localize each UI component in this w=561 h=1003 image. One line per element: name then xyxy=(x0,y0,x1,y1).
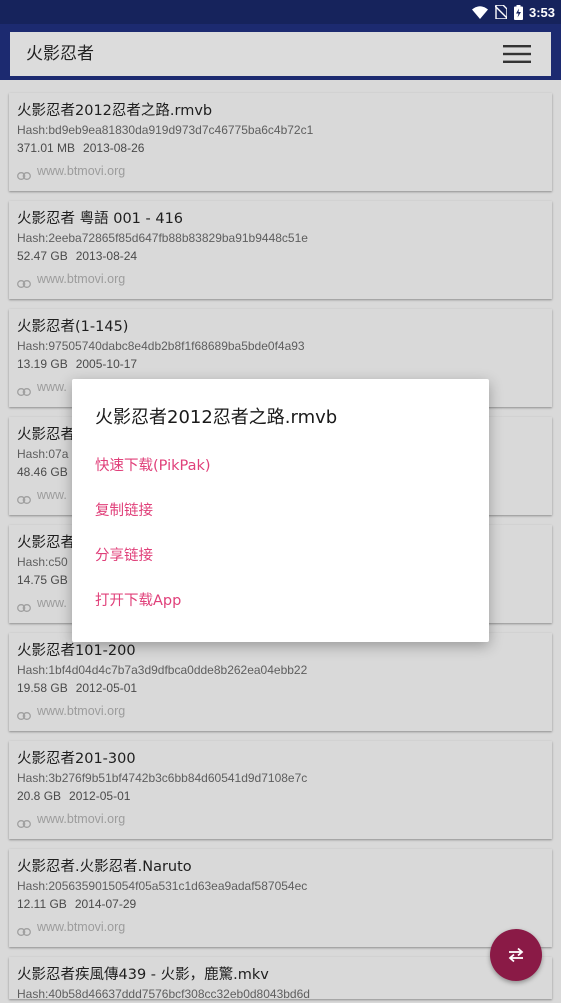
share-link-option[interactable]: 分享链接 xyxy=(95,544,153,565)
quick-download-option[interactable]: 快速下载(PikPak) xyxy=(95,454,211,475)
copy-link-option[interactable]: 复制链接 xyxy=(95,499,153,520)
action-dialog: 火影忍者2012忍者之路.rmvb 快速下载(PikPak) 复制链接 分享链接… xyxy=(72,379,489,642)
open-download-app-option[interactable]: 打开下载App xyxy=(95,589,181,610)
dialog-title: 火影忍者2012忍者之路.rmvb xyxy=(95,407,338,428)
